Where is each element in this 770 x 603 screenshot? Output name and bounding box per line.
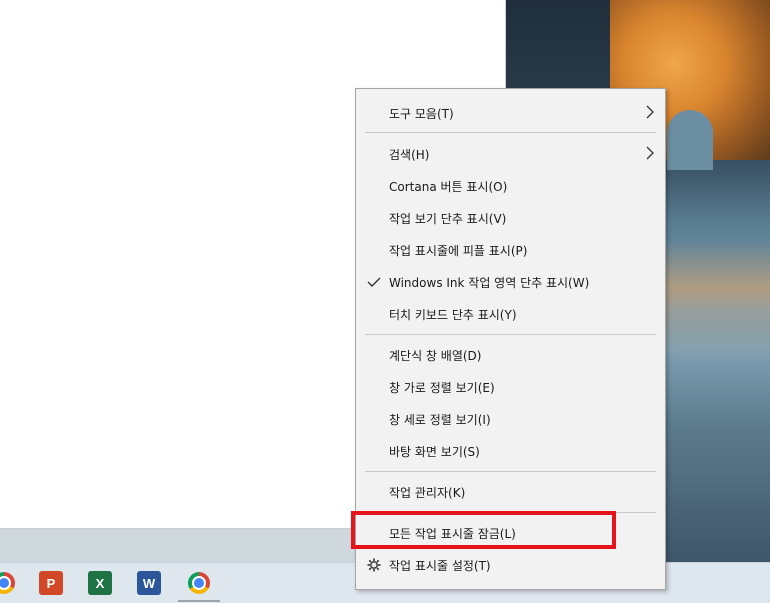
menu-item-cascade[interactable]: 계단식 창 배열(D)	[356, 339, 665, 371]
menu-separator	[365, 334, 656, 335]
menu-separator	[365, 132, 656, 133]
menu-item-label: 도구 모음(T)	[389, 106, 454, 121]
menu-item-label: Cortana 버튼 표시(O)	[389, 179, 508, 194]
checkmark-icon	[366, 274, 382, 290]
excel-icon[interactable]: X	[88, 571, 112, 595]
powerpoint-icon[interactable]: P	[39, 571, 63, 595]
menu-item-label: 작업 관리자(K)	[389, 485, 466, 500]
chrome-icon[interactable]	[187, 571, 211, 595]
word-icon-letter: W	[142, 575, 156, 591]
menu-item-label: 작업 보기 단추 표시(V)	[389, 211, 507, 226]
menu-item-label: 창 세로 정렬 보기(I)	[389, 412, 491, 427]
menu-item-touch-keyboard[interactable]: 터치 키보드 단추 표시(Y)	[356, 298, 665, 330]
wallpaper-rock-arch	[667, 110, 713, 170]
menu-separator	[365, 471, 656, 472]
menu-item-search[interactable]: 검색(H)	[356, 138, 665, 170]
menu-item-task-manager[interactable]: 작업 관리자(K)	[356, 476, 665, 508]
menu-item-stacked[interactable]: 창 가로 정렬 보기(E)	[356, 371, 665, 403]
submenu-arrow-icon	[646, 146, 654, 160]
menu-item-label: Windows Ink 작업 영역 단추 표시(W)	[389, 275, 590, 290]
menu-item-label: 검색(H)	[389, 147, 430, 162]
word-icon[interactable]: W	[137, 571, 161, 595]
menu-item-windows-ink[interactable]: Windows Ink 작업 영역 단추 표시(W)	[356, 266, 665, 298]
menu-item-taskbar-settings[interactable]: 작업 표시줄 설정(T)	[356, 549, 665, 581]
gear-icon	[366, 557, 382, 573]
menu-item-label: 작업 표시줄 설정(T)	[389, 558, 491, 573]
menu-item-label: 터치 키보드 단추 표시(Y)	[389, 307, 517, 322]
menu-item-label: 계단식 창 배열(D)	[389, 348, 482, 363]
menu-item-label: 창 가로 정렬 보기(E)	[389, 380, 495, 395]
menu-item-people[interactable]: 작업 표시줄에 피플 표시(P)	[356, 234, 665, 266]
submenu-arrow-icon	[646, 105, 654, 119]
menu-item-task-view[interactable]: 작업 보기 단추 표시(V)	[356, 202, 665, 234]
red-highlight-outline	[351, 511, 616, 549]
chrome-icon[interactable]	[0, 571, 16, 595]
menu-item-label: 바탕 화면 보기(S)	[389, 444, 480, 459]
menu-item-show-desktop[interactable]: 바탕 화면 보기(S)	[356, 435, 665, 467]
menu-item-side-by-side[interactable]: 창 세로 정렬 보기(I)	[356, 403, 665, 435]
menu-item-toolbars[interactable]: 도구 모음(T)	[356, 97, 665, 129]
excel-icon-letter: X	[95, 575, 105, 591]
menu-item-label: 작업 표시줄에 피플 표시(P)	[389, 243, 528, 258]
powerpoint-icon-letter: P	[46, 575, 56, 591]
menu-item-cortana[interactable]: Cortana 버튼 표시(O)	[356, 170, 665, 202]
